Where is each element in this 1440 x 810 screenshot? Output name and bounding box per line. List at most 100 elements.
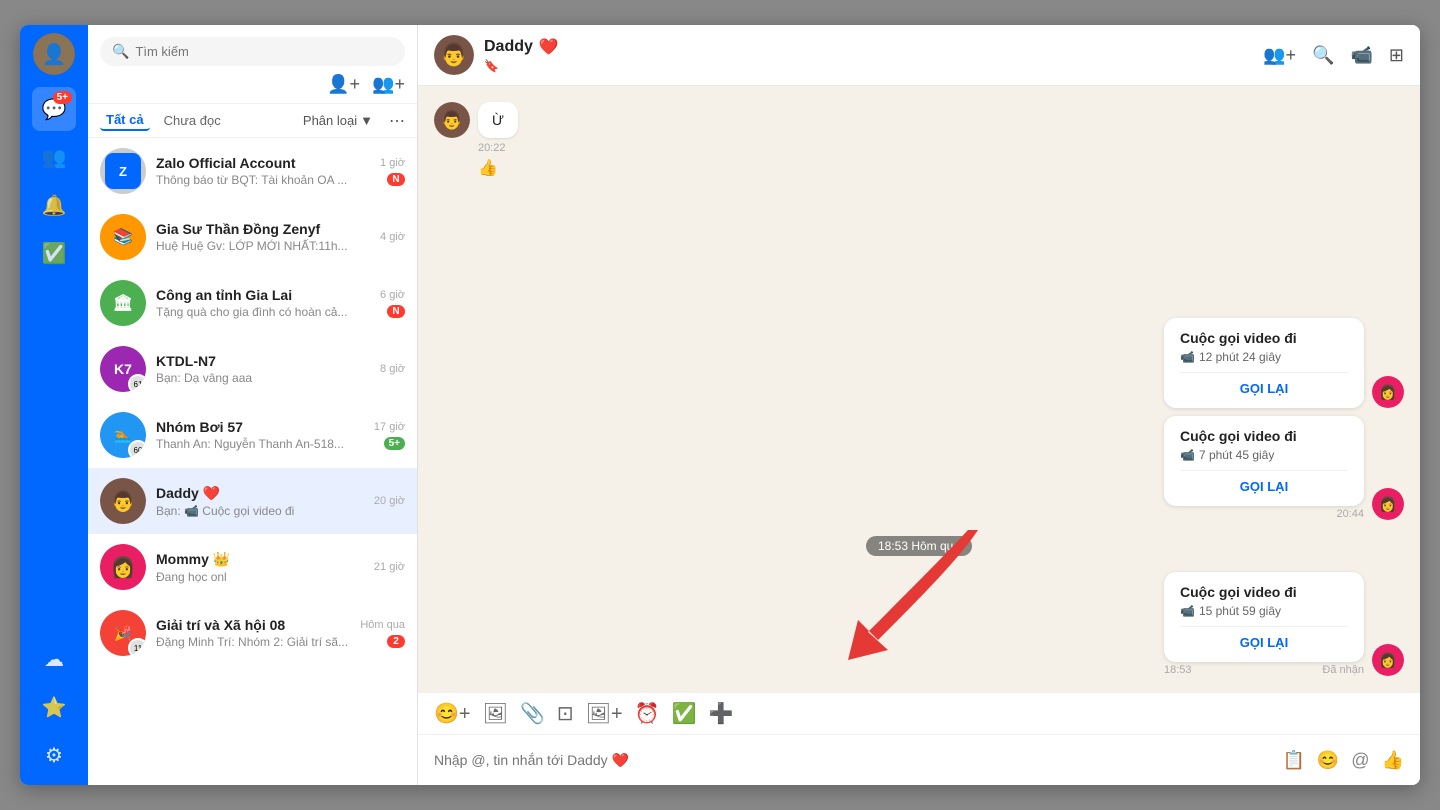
panel-icon[interactable]: ⊞ bbox=[1389, 45, 1404, 66]
quick-reply-icon[interactable]: 📋 bbox=[1282, 750, 1304, 771]
chat-preview: Thanh An: Nguyễn Thanh An-518... bbox=[156, 437, 364, 451]
chat-header: 👨 Daddy ❤️ 🔖 👥+ 🔍 📹 ⊞ bbox=[418, 25, 1420, 86]
chat-info: Daddy ❤️ Bạn: 📹 Cuộc gọi video đi bbox=[156, 485, 364, 518]
chat-avatar: 🏊 60 bbox=[100, 412, 146, 458]
chat-time: 1 giờ bbox=[380, 157, 405, 169]
chat-preview: Bạn: 📹 Cuộc gọi video đi bbox=[156, 504, 364, 518]
chat-time: 8 giờ bbox=[380, 363, 405, 375]
chat-item-daddy[interactable]: 👨 Daddy ❤️ Bạn: 📹 Cuộc gọi video đi 20 g… bbox=[88, 468, 417, 534]
chat-item-zalo-official[interactable]: Z Zalo Official Account Thông báo từ BQT… bbox=[88, 138, 417, 204]
chat-item-mommy[interactable]: 👩 Mommy 👑 Đang học onl 21 giờ bbox=[88, 534, 417, 600]
call-back-button[interactable]: GỌI LẠI bbox=[1180, 626, 1348, 650]
call-message-1: Cuộc gọi video đi 📹 12 phút 24 giây GỌI … bbox=[1164, 318, 1404, 408]
chat-meta: 21 giờ bbox=[374, 561, 405, 573]
user-avatar[interactable]: 👤 bbox=[33, 33, 75, 75]
chat-meta: 6 giờ N bbox=[380, 289, 405, 318]
filter-unread-button[interactable]: Chưa đọc bbox=[158, 111, 227, 130]
zalo-logo: Z bbox=[105, 153, 141, 189]
media-button[interactable]: 🖼+ bbox=[586, 701, 623, 726]
call-bubble: Cuộc gọi video đi 📹 15 phút 59 giây GỌI … bbox=[1164, 572, 1364, 662]
filter-bar: Tất cả Chưa đọc Phân loại ▼ ⋯ bbox=[88, 104, 417, 138]
todo-nav-button[interactable]: ✅ bbox=[32, 231, 76, 275]
chat-info: Công an tỉnh Gia Lai Tặng quà cho gia đì… bbox=[156, 287, 370, 319]
filter-all-button[interactable]: Tất cả bbox=[100, 110, 150, 131]
filter-classify-button[interactable]: Phân loại ▼ bbox=[303, 113, 373, 128]
chat-item-cong-an[interactable]: 🏛 Công an tỉnh Gia Lai Tặng quà cho gia … bbox=[88, 270, 417, 336]
notification-icon: 🔔 bbox=[42, 193, 67, 218]
call-bubble: Cuộc gọi video đi 📹 7 phút 45 giây GỌI L… bbox=[1164, 416, 1364, 506]
chat-item-gia-su[interactable]: 📚 Gia Sư Thần Đồng Zenyf Huệ Huệ Gv: LỚP… bbox=[88, 204, 417, 270]
chat-time: Hôm qua bbox=[360, 619, 405, 631]
settings-nav-button[interactable]: ⚙ bbox=[32, 733, 76, 777]
messages-area: 👨 Ừ 20:22 👍 Cuộc bbox=[418, 86, 1420, 692]
star-icon: ⭐ bbox=[42, 695, 67, 720]
image-button[interactable]: 🖼 bbox=[483, 701, 508, 726]
chat-badge: N bbox=[387, 173, 405, 186]
add-contact-icon[interactable]: 👤+ bbox=[327, 74, 360, 95]
call-back-button[interactable]: GỌI LẠI bbox=[1180, 470, 1348, 494]
star-nav-button[interactable]: ⭐ bbox=[32, 685, 76, 729]
chat-avatar: Z bbox=[100, 148, 146, 194]
chat-badge: 2 bbox=[387, 635, 405, 648]
chat-preview: Đặng Minh Trí: Nhóm 2: Giải trí sã... bbox=[156, 635, 350, 649]
contacts-nav-button[interactable]: 👥 bbox=[32, 135, 76, 179]
search-bar: 🔍 bbox=[100, 37, 405, 66]
alarm-button[interactable]: ⏰ bbox=[635, 701, 660, 726]
more-options-icon[interactable]: ⋯ bbox=[389, 111, 405, 131]
chat-avatar: 👩 bbox=[100, 544, 146, 590]
chat-info: Nhóm Bơi 57 Thanh An: Nguyễn Thanh An-51… bbox=[156, 419, 364, 451]
chat-time: 4 giờ bbox=[380, 231, 405, 243]
cloud-icon: ☁ bbox=[44, 647, 64, 672]
video-call-icon[interactable]: 📹 bbox=[1350, 45, 1372, 66]
msg-content: Ừ bbox=[478, 102, 518, 138]
search-chat-icon[interactable]: 🔍 bbox=[1312, 45, 1334, 66]
avatar-sub: 60 bbox=[128, 440, 146, 458]
chat-name: Daddy ❤️ bbox=[156, 485, 364, 502]
screenshot-button[interactable]: ⊡ bbox=[557, 701, 574, 726]
chat-avatar: K7 61 bbox=[100, 346, 146, 392]
chat-name: Zalo Official Account bbox=[156, 155, 370, 171]
call-messages-group: Cuộc gọi video đi 📹 12 phút 24 giây GỌI … bbox=[434, 318, 1404, 520]
search-icon: 🔍 bbox=[112, 43, 129, 60]
chat-list: Z Zalo Official Account Thông báo từ BQT… bbox=[88, 138, 417, 785]
heart-icon: ❤️ bbox=[539, 37, 559, 57]
cloud-nav-button[interactable]: ☁ bbox=[32, 637, 76, 681]
add-member-icon[interactable]: 👥+ bbox=[1263, 45, 1296, 66]
call-back-button[interactable]: GỌI LẠI bbox=[1180, 372, 1348, 396]
chat-info: Giải trí và Xã hội 08 Đặng Minh Trí: Nhó… bbox=[156, 617, 350, 649]
sticker-button[interactable]: 😊+ bbox=[434, 701, 471, 726]
call-title: Cuộc gọi video đi bbox=[1180, 428, 1348, 444]
mention-icon[interactable]: @ bbox=[1351, 750, 1369, 771]
msg-right-avatar: 👩 bbox=[1372, 488, 1404, 520]
chat-avatar: 👨 bbox=[100, 478, 146, 524]
msg-time-right: 20:44 bbox=[1164, 508, 1364, 520]
chat-item-giai-tri[interactable]: 🎉 11 Giải trí và Xã hội 08 Đặng Minh Trí… bbox=[88, 600, 417, 666]
chat-meta: Hôm qua 2 bbox=[360, 619, 405, 648]
chat-time: 20 giờ bbox=[374, 495, 405, 507]
emoji-icon[interactable]: 😊 bbox=[1317, 750, 1339, 771]
chat-item-ktdl[interactable]: K7 61 KTDL-N7 Bạn: Dạ vâng aaa 8 giờ bbox=[88, 336, 417, 402]
add-group-icon[interactable]: 👥+ bbox=[372, 74, 405, 95]
chat-info: KTDL-N7 Bạn: Dạ vâng aaa bbox=[156, 353, 370, 385]
task-button[interactable]: ✅ bbox=[672, 701, 697, 726]
notification-nav-button[interactable]: 🔔 bbox=[32, 183, 76, 227]
todo-icon: ✅ bbox=[42, 241, 67, 266]
chat-name: Nhóm Bơi 57 bbox=[156, 419, 364, 435]
attach-button[interactable]: 📎 bbox=[520, 701, 545, 726]
header-actions: 👥+ 🔍 📹 ⊞ bbox=[1263, 45, 1404, 66]
chat-meta: 17 giờ 5+ bbox=[374, 421, 405, 450]
chat-nav-button[interactable]: 💬 5+ bbox=[32, 87, 76, 131]
more-button[interactable]: ➕ bbox=[709, 701, 734, 726]
chat-item-nhom-boi[interactable]: 🏊 60 Nhóm Bơi 57 Thanh An: Nguyễn Thanh … bbox=[88, 402, 417, 468]
search-input[interactable] bbox=[135, 44, 393, 59]
msg-right-avatar: 👩 bbox=[1372, 376, 1404, 408]
chat-meta: 20 giờ bbox=[374, 495, 405, 507]
chevron-down-icon: ▼ bbox=[360, 113, 373, 128]
header-info: Daddy ❤️ 🔖 bbox=[484, 37, 1253, 73]
chat-preview: Tặng quà cho gia đình có hoàn cả... bbox=[156, 305, 370, 319]
call-time: 18:53 bbox=[1164, 664, 1192, 676]
like-icon[interactable]: 👍 bbox=[1382, 750, 1404, 771]
call-msg-wrap-3: Cuộc gọi video đi 📹 15 phút 59 giây GỌI … bbox=[1164, 572, 1364, 676]
message-input[interactable] bbox=[434, 752, 1274, 768]
time-divider-label: 18:53 Hôm qua bbox=[866, 536, 972, 556]
